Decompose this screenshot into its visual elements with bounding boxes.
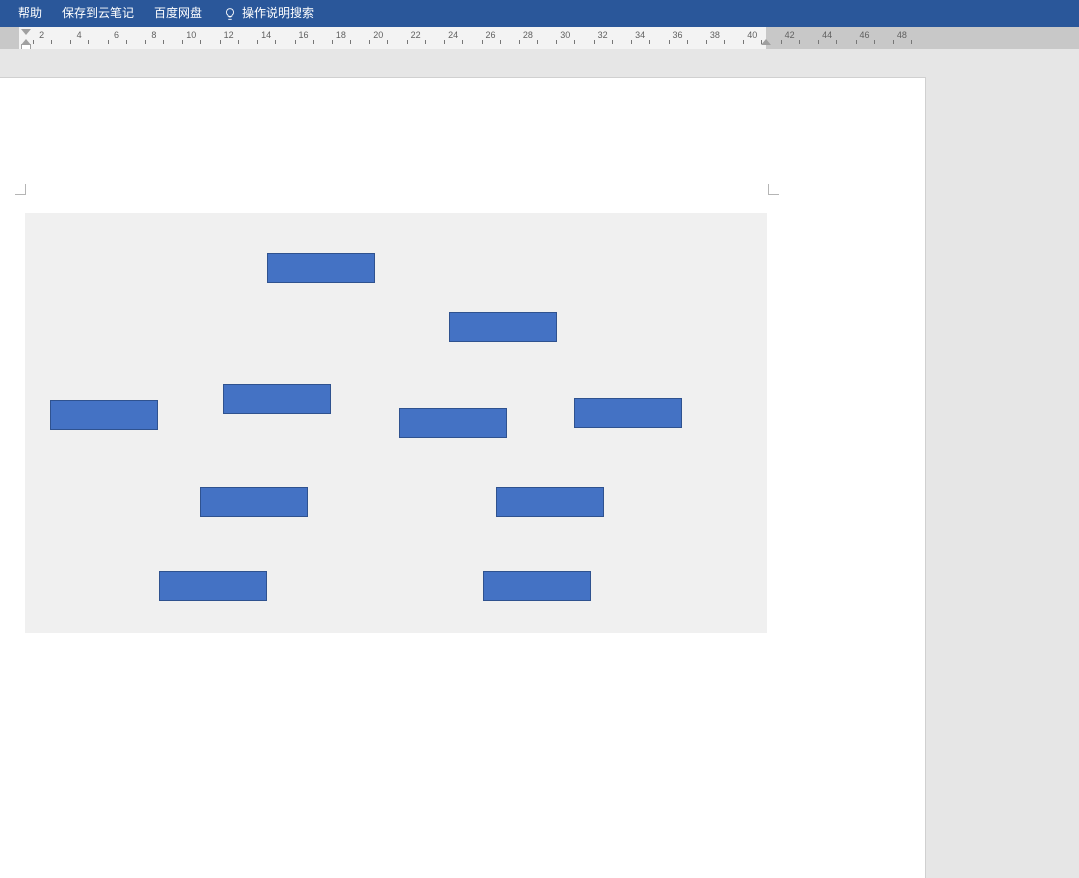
workspace bbox=[0, 49, 1079, 663]
tell-me-label: 操作说明搜索 bbox=[242, 0, 314, 27]
ruler-number: 6 bbox=[114, 30, 119, 40]
lightbulb-icon bbox=[222, 6, 238, 22]
ruler-number: 12 bbox=[224, 30, 234, 40]
ruler-number: 26 bbox=[485, 30, 495, 40]
ruler-number: 16 bbox=[298, 30, 308, 40]
rectangle-shape[interactable] bbox=[50, 400, 158, 430]
ruler-number: 32 bbox=[598, 30, 608, 40]
margin-corner-tr bbox=[768, 184, 779, 195]
ruler-number: 18 bbox=[336, 30, 346, 40]
ruler-number: 40 bbox=[747, 30, 757, 40]
document-page[interactable] bbox=[0, 78, 925, 878]
ruler-number: 38 bbox=[710, 30, 720, 40]
menu-help[interactable]: 帮助 bbox=[8, 0, 52, 27]
ruler-number: 8 bbox=[151, 30, 156, 40]
menu-baidu-pan[interactable]: 百度网盘 bbox=[144, 0, 212, 27]
ruler-number: 48 bbox=[897, 30, 907, 40]
menu-save-cloud[interactable]: 保存到云笔记 bbox=[52, 0, 144, 27]
ruler-number: 4 bbox=[77, 30, 82, 40]
ruler-number: 20 bbox=[373, 30, 383, 40]
ruler-number: 10 bbox=[186, 30, 196, 40]
rectangle-shape[interactable] bbox=[496, 487, 604, 517]
drawing-canvas[interactable] bbox=[25, 213, 767, 633]
ruler-number: 14 bbox=[261, 30, 271, 40]
rectangle-shape[interactable] bbox=[483, 571, 591, 601]
ruler-number: 22 bbox=[411, 30, 421, 40]
tell-me-search[interactable]: 操作说明搜索 bbox=[212, 0, 324, 27]
rectangle-shape[interactable] bbox=[449, 312, 557, 342]
ruler-inactive-right bbox=[766, 27, 1079, 49]
rectangle-shape[interactable] bbox=[200, 487, 308, 517]
ruler-number: 28 bbox=[523, 30, 533, 40]
ruler-number: 42 bbox=[785, 30, 795, 40]
rectangle-shape[interactable] bbox=[223, 384, 331, 414]
ruler-number: 46 bbox=[859, 30, 869, 40]
horizontal-ruler[interactable]: 2468101214161820222426283032343638404244… bbox=[0, 27, 1079, 50]
ruler-number: 34 bbox=[635, 30, 645, 40]
rectangle-shape[interactable] bbox=[399, 408, 507, 438]
ruler-number: 24 bbox=[448, 30, 458, 40]
margin-corner-tl bbox=[15, 184, 26, 195]
ruler-number: 36 bbox=[672, 30, 682, 40]
ruler-inactive-left bbox=[0, 27, 19, 49]
ruler-number: 44 bbox=[822, 30, 832, 40]
ruler-number: 2 bbox=[39, 30, 44, 40]
ruler-number: 30 bbox=[560, 30, 570, 40]
menu-bar: 帮助 保存到云笔记 百度网盘 操作说明搜索 bbox=[0, 0, 1079, 27]
rectangle-shape[interactable] bbox=[574, 398, 682, 428]
rectangle-shape[interactable] bbox=[267, 253, 375, 283]
rectangle-shape[interactable] bbox=[159, 571, 267, 601]
